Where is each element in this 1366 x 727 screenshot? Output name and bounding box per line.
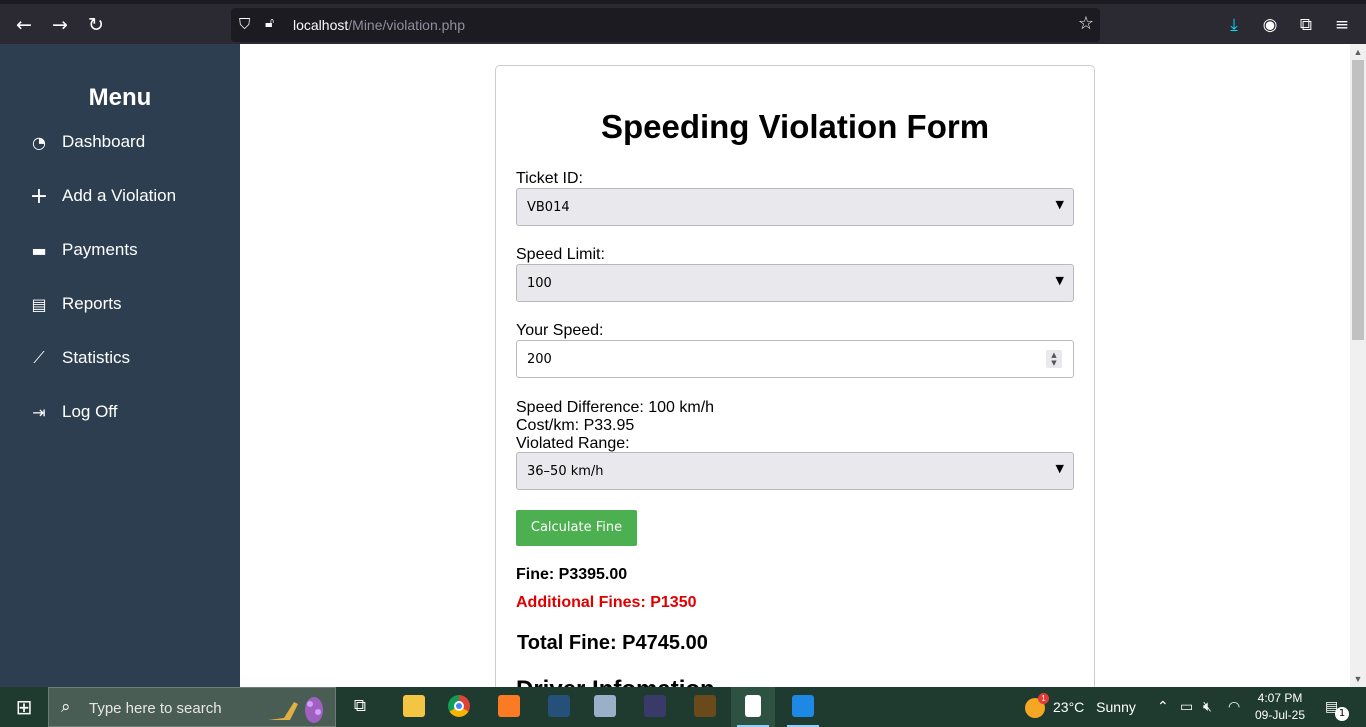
sidebar-item-label: Dashboard [62,132,146,151]
number-spinner-icon[interactable]: ▲ ▼ [1046,350,1062,368]
your-speed-label: Your Speed: [516,322,604,339]
your-speed-value: 200 [527,352,552,367]
chevron-down-icon: ▼ [1055,274,1064,287]
search-icon: ⌕ [61,697,71,717]
sidebar-title: Menu [88,84,152,111]
downloads-icon[interactable]: ⤓ [1223,15,1245,37]
notification-count: 1 [1335,707,1349,721]
page-scrollbar[interactable]: ▲ ▼ [1350,44,1366,687]
additional-fines-amount: Additional Fines: P1350 [516,594,697,611]
speed-limit-select[interactable]: 100 ▼ [516,264,1074,302]
mysql-workbench-icon[interactable] [537,687,581,727]
url-text[interactable]: localhost/Mine/violation.php [293,17,465,33]
notification-center-icon[interactable]: ▤ 1 [1325,687,1349,727]
sidebar-item-label: Add a Violation [62,186,177,205]
clock-time: 4:07 PM [1257,691,1303,705]
battery-icon[interactable]: ▭ [1180,687,1193,727]
forward-arrow-icon[interactable]: → [46,12,74,40]
address-bar[interactable]: ⛉ 🔓︎ localhost/Mine/violation.php ☆ [231,8,1100,42]
clock-date: 09-Jul-25 [1254,708,1306,722]
page-title: Speeding Violation Form [600,108,990,145]
violated-range-label: Violated Range: [516,435,630,452]
file-explorer-icon[interactable] [392,687,436,727]
notepad-icon[interactable] [731,687,775,727]
game-icon[interactable] [633,687,677,727]
credit-card-icon: ▬ [31,240,47,260]
sidebar-item-log-off[interactable]: ⇥ Log Off [28,397,117,427]
taskbar-search-box[interactable]: ⌕ Type here to search [48,687,336,727]
calculate-fine-button[interactable]: Calculate Fine [516,510,637,546]
fine-amount: Fine: P3395.00 [516,566,628,583]
sidebar-item-payments[interactable]: ▬ Payments [28,235,138,265]
your-speed-input[interactable]: 200 ▲ ▼ [516,340,1074,378]
app-jar-icon[interactable] [583,687,627,727]
extensions-icon[interactable]: ⧉ [1295,15,1317,37]
url-host: localhost [293,17,349,33]
ticket-id-value: VB014 [527,200,570,215]
file-icon: ▤ [31,294,47,314]
sidebar-item-label: Payments [62,240,138,259]
chevron-down-icon: ▼ [1055,198,1064,211]
account-icon[interactable]: ◉ [1259,15,1281,37]
browser-toolbar: ← → ↻ ⛉ 🔓︎ localhost/Mine/violation.php … [0,0,1366,44]
driver-information-heading: Driver Infomation [516,676,715,687]
windows-taskbar: ⊞ ⌕ Type here to search ⧉ 1 23°C Sunny ⌃ … [0,687,1366,727]
wifi-icon[interactable]: ◠ [1228,687,1240,727]
search-placeholder: Type here to search [89,700,222,717]
weather-condition: Sunny [1096,699,1136,715]
app-menu-icon[interactable]: ≡ [1331,15,1353,37]
xampp-icon[interactable] [487,687,531,727]
game-2-icon[interactable] [683,687,727,727]
chrome-icon[interactable] [437,687,481,727]
violation-form-card: Speeding Violation Form Ticket ID: VB014… [495,65,1095,687]
search-highlight-image [268,697,323,723]
url-path: /Mine/violation.php [348,17,466,33]
weather-temp: 23°C [1053,699,1085,715]
show-hidden-icons-chevron-icon[interactable]: ⌃ [1157,687,1169,727]
taskbar-clock[interactable]: 4:07 PM 09-Jul-25 [1249,690,1311,724]
bookmark-star-icon[interactable]: ☆ [1078,13,1094,34]
sidebar-item-dashboard[interactable]: ◔ Dashboard [28,127,145,157]
weather-badge: 1 [1038,693,1049,705]
back-arrow-icon[interactable]: ← [10,12,38,40]
speed-limit-label: Speed Limit: [516,246,605,263]
sidebar-item-add-violation[interactable]: + Add a Violation [28,181,176,211]
ticket-id-select[interactable]: VB014 ▼ [516,188,1074,226]
speed-limit-value: 100 [527,276,552,291]
dashboard-icon: ◔ [32,132,46,152]
plus-icon: + [29,183,49,209]
sign-out-icon: ⇥ [32,402,46,422]
volume-muted-icon[interactable]: 🔇︎ [1203,687,1212,727]
total-fine-amount: Total Fine: P4745.00 [517,632,708,654]
sidebar-item-statistics[interactable]: ⟋ Statistics [28,343,130,373]
weather-widget[interactable]: 1 23°C Sunny [1025,687,1136,727]
sidebar-item-reports[interactable]: ▤ Reports [28,289,122,319]
violated-range-value: 36–50 km/h [527,464,604,479]
sidebar-item-label: Statistics [62,348,131,367]
sidebar: Menu ◔ Dashboard + Add a Violation ▬ Pay… [0,44,240,687]
sun-icon: 1 [1025,693,1049,719]
page-info-icon[interactable]: 🔓︎ [265,15,283,33]
scroll-down-icon[interactable]: ▼ [1350,671,1366,687]
scroll-up-icon[interactable]: ▲ [1350,44,1366,60]
reload-icon[interactable]: ↻ [82,12,110,40]
speed-difference-text: Speed Difference: 100 km/h [516,399,715,416]
cost-per-km-text: Cost/km: P33.95 [516,417,635,434]
sidebar-item-label: Log Off [62,402,118,421]
tracking-shield-icon[interactable]: ⛉ [239,15,257,33]
chevron-down-icon: ▼ [1055,462,1064,475]
ticket-id-label: Ticket ID: [516,170,583,187]
scrollbar-thumb[interactable] [1352,60,1364,340]
sidebar-item-label: Reports [62,294,122,313]
page-content: Speeding Violation Form Ticket ID: VB014… [240,44,1350,687]
violated-range-select[interactable]: 36–50 km/h ▼ [516,452,1074,490]
vscode-icon[interactable] [781,687,825,727]
line-chart-icon: ⟋ [33,348,45,367]
task-view-icon[interactable]: ⧉ [338,687,382,727]
windows-start-icon[interactable]: ⊞ [0,687,48,727]
